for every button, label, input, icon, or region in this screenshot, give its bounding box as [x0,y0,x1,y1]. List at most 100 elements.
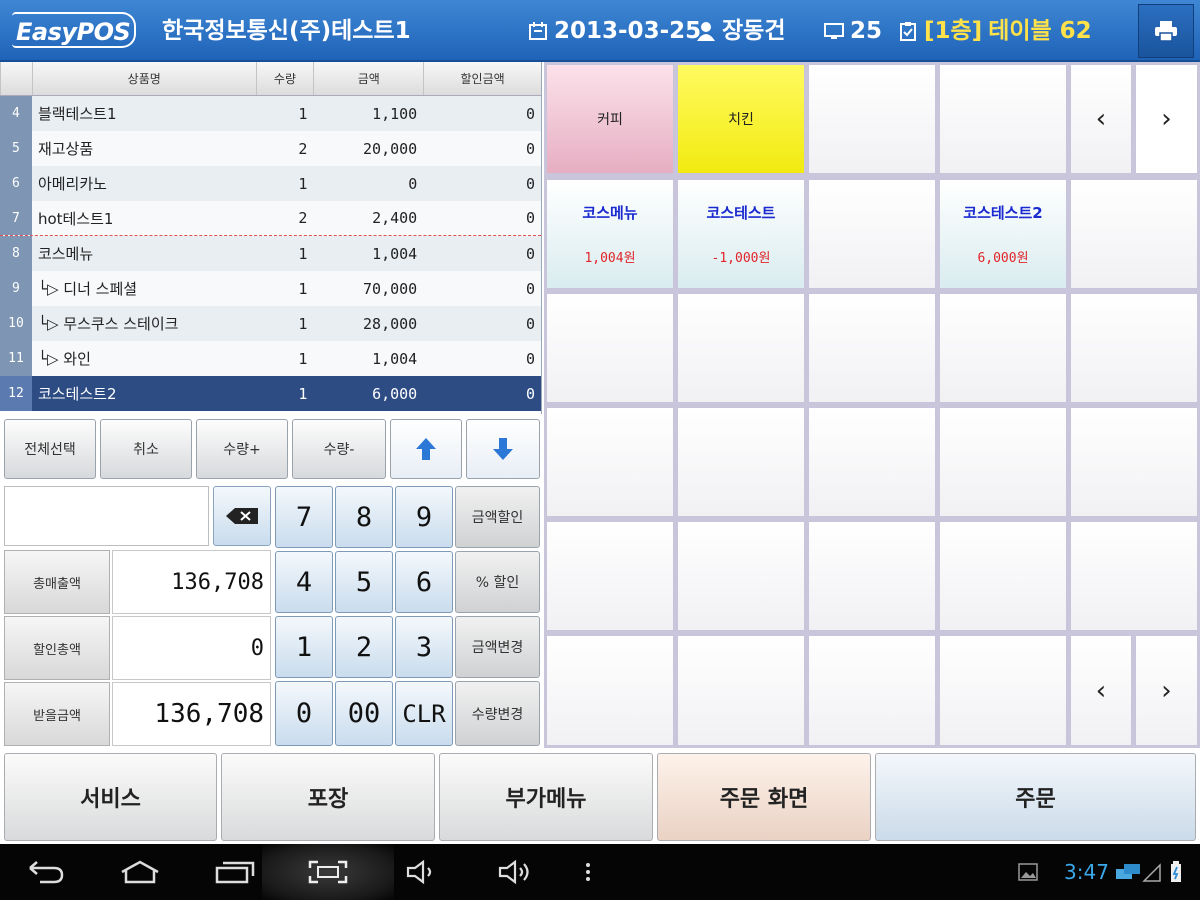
table-row[interactable]: 8 코스메뉴 1 1,004 0 [0,236,541,271]
qty-change-button[interactable]: 수량변경 [455,681,540,746]
order-button[interactable]: 주문 [875,753,1196,841]
back-button[interactable] [16,854,76,890]
category-coffee[interactable]: 커피 [546,64,674,174]
row-discount: 0 [525,174,535,193]
volume-down-button[interactable] [392,854,452,890]
scroll-up-button[interactable] [390,419,462,479]
menu-item-course-test2[interactable]: 코스테스트2 6,000원 [939,179,1067,289]
table-row[interactable]: 6 아메리카노 1 0 0 [0,166,541,201]
menu-item-empty[interactable] [808,407,936,517]
menu-item-empty[interactable] [939,293,1067,403]
menu-item-empty[interactable] [808,635,936,746]
network-icon [1116,863,1161,882]
cancel-button[interactable]: 취소 [100,419,192,479]
menu-item-empty[interactable] [1070,293,1198,403]
menu-item-empty[interactable] [677,407,805,517]
row-qty: 1 [298,314,308,333]
volume-down-icon [406,859,432,885]
percent-discount-button[interactable]: % 할인 [455,551,540,613]
row-product: └▷ 무스쿠스 스테이크 [37,315,179,333]
row-amount: 20,000 [363,139,418,158]
menu-prev-button[interactable]: ‹ [1070,635,1132,746]
table-row[interactable]: 5 재고상품 2 20,000 0 [0,131,541,166]
table-row-selected[interactable]: 12 코스테스트2 1 6,000 0 [0,376,541,411]
menu-next-button[interactable]: › [1135,635,1198,746]
amount-change-button[interactable]: 금액변경 [455,616,540,678]
menu-item-empty[interactable] [1070,521,1198,631]
key-8[interactable]: 8 [335,486,393,548]
category-prev-button[interactable]: ‹ [1070,64,1132,174]
menu-item-empty[interactable] [546,407,674,517]
menu-item-empty[interactable] [546,635,674,746]
arrow-down-icon [493,438,513,460]
scroll-down-button[interactable] [466,419,540,479]
menu-item-empty[interactable] [677,635,805,746]
menu-item-empty[interactable] [1070,179,1198,289]
menu-item-empty[interactable] [808,521,936,631]
menu-item-empty[interactable] [546,521,674,631]
key-5[interactable]: 5 [335,551,393,613]
key-1[interactable]: 1 [275,616,333,678]
key-6[interactable]: 6 [395,551,453,613]
screenshot-button[interactable] [298,854,358,890]
key-0[interactable]: 0 [275,681,333,746]
menu-item-empty[interactable] [939,635,1067,746]
qty-minus-button[interactable]: 수량- [292,419,386,479]
category-empty[interactable] [808,64,936,174]
recent-apps-button[interactable] [205,854,265,890]
network-status [1108,854,1168,890]
table-row[interactable]: 9 └▷ 디너 스페셜 1 70,000 0 [0,271,541,306]
menu-button[interactable] [558,854,618,890]
key-3[interactable]: 3 [395,616,453,678]
menu-item-empty[interactable] [677,293,805,403]
row-qty: 1 [298,174,308,193]
menu-item-course-menu[interactable]: 코스메뉴 1,004원 [546,179,674,289]
amount-discount-button[interactable]: 금액할인 [455,486,540,548]
extra-menu-button[interactable]: 부가메뉴 [439,753,653,841]
col-discount: 할인금액 [423,62,541,95]
key-7[interactable]: 7 [275,486,333,548]
amount-input[interactable] [4,486,209,546]
menu-item-empty[interactable] [939,407,1067,517]
key-4[interactable]: 4 [275,551,333,613]
service-button[interactable]: 서비스 [4,753,217,841]
print-button[interactable] [1138,4,1194,58]
category-chicken[interactable]: 치킨 [677,64,805,174]
menu-item-empty[interactable] [1070,407,1198,517]
menu-item-empty[interactable] [546,293,674,403]
key-9[interactable]: 9 [395,486,453,548]
menu-item-empty[interactable] [808,293,936,403]
order-screen-button[interactable]: 주문 화면 [657,753,871,841]
select-all-button[interactable]: 전체선택 [4,419,96,479]
easypos-logo: EasyPOS [12,12,136,48]
row-number: 11 [0,341,32,376]
home-button[interactable] [110,854,170,890]
table-row[interactable]: 4 블랙테스트1 1 1,100 0 [0,96,541,131]
store-name: 한국정보통신(주)테스트1 [162,18,411,44]
menu-item-empty[interactable] [808,179,936,289]
backspace-button[interactable] [213,486,271,546]
menu-item-empty[interactable] [677,521,805,631]
key-clear[interactable]: CLR [395,681,453,746]
gallery-notification[interactable] [1008,854,1048,890]
category-empty[interactable] [939,64,1067,174]
battery-icon [1171,861,1181,882]
menu-item-course-test[interactable]: 코스테스트 -1,000원 [677,179,805,289]
row-qty: 2 [298,209,308,227]
table-row[interactable]: 7 hot테스트1 2 2,400 0 [0,201,541,236]
row-amount: 6,000 [372,384,418,403]
menu-grid: 커피 치킨 ‹ › 코스메뉴 1,004원 코스테스트 -1,000원 코스테스… [544,62,1200,748]
key-00[interactable]: 00 [335,681,393,746]
menu-item-empty[interactable] [939,521,1067,631]
amount-due-value: 136,708 [112,682,271,746]
takeout-button[interactable]: 포장 [221,753,435,841]
volume-up-button[interactable] [486,854,546,890]
row-amount: 1,004 [372,349,418,368]
table-row[interactable]: 11 └▷ 와인 1 1,004 0 [0,341,541,376]
row-qty: 1 [298,349,308,368]
category-label: 치킨 [728,112,754,128]
qty-plus-button[interactable]: 수량+ [196,419,288,479]
category-next-button[interactable]: › [1135,64,1198,174]
table-row[interactable]: 10 └▷ 무스쿠스 스테이크 1 28,000 0 [0,306,541,341]
key-2[interactable]: 2 [335,616,393,678]
